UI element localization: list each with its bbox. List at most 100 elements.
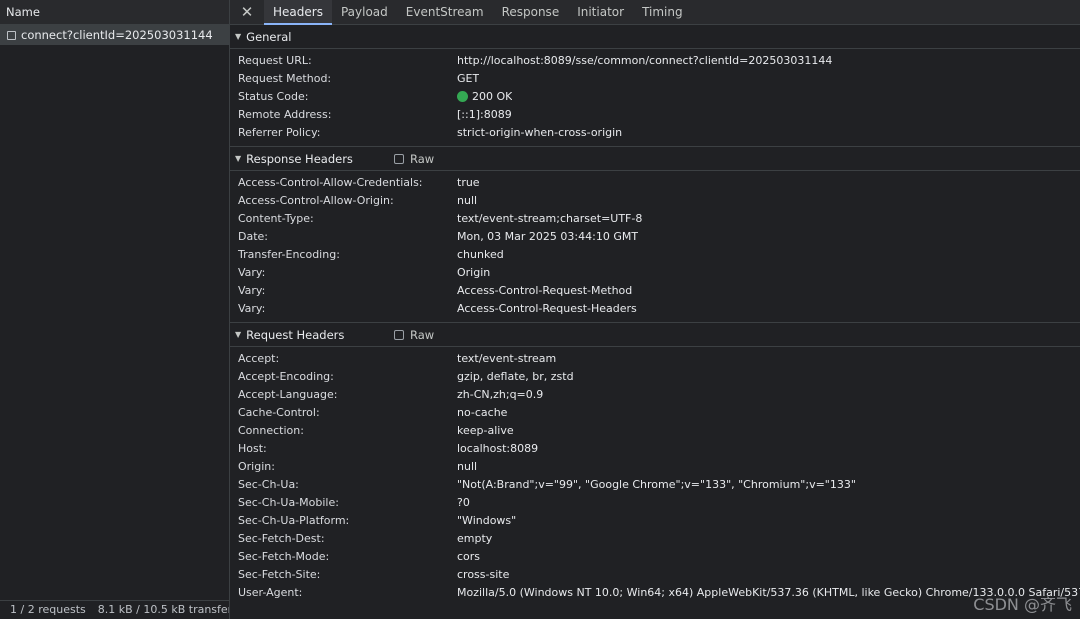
header-value: keep-alive bbox=[457, 423, 514, 437]
header-row: Access-Control-Allow-Origin: null bbox=[230, 191, 1080, 209]
header-row: Host: localhost:8089 bbox=[230, 439, 1080, 457]
header-key: Vary: bbox=[238, 301, 266, 315]
details-tab-bar: ✕ Headers Payload EventStream Response I… bbox=[230, 0, 1080, 25]
header-row: Accept-Language: zh-CN,zh;q=0.9 bbox=[230, 385, 1080, 403]
request-details-pane: ✕ Headers Payload EventStream Response I… bbox=[230, 0, 1080, 619]
header-value: localhost:8089 bbox=[457, 441, 539, 455]
header-value: zh-CN,zh;q=0.9 bbox=[457, 387, 544, 401]
header-value: Origin bbox=[457, 265, 491, 279]
header-key: Transfer-Encoding: bbox=[238, 247, 340, 261]
raw-checkbox[interactable] bbox=[394, 330, 404, 340]
close-icon[interactable]: ✕ bbox=[230, 0, 264, 24]
header-key: User-Agent: bbox=[238, 585, 303, 599]
section-title: General bbox=[246, 29, 292, 44]
header-value: http://localhost:8089/sse/common/connect… bbox=[457, 53, 833, 67]
raw-checkbox[interactable] bbox=[394, 154, 404, 164]
header-row: Sec-Fetch-Dest: empty bbox=[230, 529, 1080, 547]
request-row[interactable]: connect?clientId=202503031144 bbox=[0, 25, 229, 45]
header-value: "Windows" bbox=[457, 513, 517, 527]
header-key: Sec-Fetch-Dest: bbox=[238, 531, 325, 545]
header-row: Accept: text/event-stream bbox=[230, 349, 1080, 367]
network-summary-bar: 1 / 2 requests 8.1 kB / 10.5 kB transfer… bbox=[0, 600, 229, 619]
header-row: Cache-Control: no-cache bbox=[230, 403, 1080, 421]
request-headers-section: Accept: text/event-stream Accept-Encoding… bbox=[230, 347, 1080, 606]
header-row: Remote Address: [::1]:8089 bbox=[230, 105, 1080, 123]
watermark: CSDN @齐飞 bbox=[973, 595, 1072, 614]
header-row: Vary: Access-Control-Request-Method bbox=[230, 281, 1080, 299]
header-value: ?0 bbox=[457, 495, 470, 509]
header-key: Remote Address: bbox=[238, 107, 332, 121]
tab-response[interactable]: Response bbox=[493, 0, 569, 24]
header-value: chunked bbox=[457, 247, 504, 261]
triangle-down-icon: ▼ bbox=[235, 154, 242, 163]
header-row: Transfer-Encoding: chunked bbox=[230, 245, 1080, 263]
request-name: connect?clientId=202503031144 bbox=[21, 28, 213, 42]
tab-initiator[interactable]: Initiator bbox=[568, 0, 633, 24]
response-headers-section-header[interactable]: ▼ Response Headers Raw bbox=[230, 147, 1080, 171]
status-code-text: 200 OK bbox=[472, 89, 513, 103]
request-headers-section-header[interactable]: ▼ Request Headers Raw bbox=[230, 323, 1080, 347]
header-value: true bbox=[457, 175, 480, 189]
transferred-size: 8.1 kB / 10.5 kB transferred bbox=[97, 603, 229, 616]
header-key: Status Code: bbox=[238, 89, 309, 103]
triangle-down-icon: ▼ bbox=[235, 330, 242, 339]
tab-eventstream[interactable]: EventStream bbox=[397, 0, 493, 24]
header-key: Origin: bbox=[238, 459, 275, 473]
request-list-pane: Name connect?clientId=202503031144 1 / 2… bbox=[0, 0, 230, 619]
header-value: "Not(A:Brand";v="99", "Google Chrome";v=… bbox=[457, 477, 856, 491]
header-value: Access-Control-Request-Method bbox=[457, 283, 633, 297]
header-row: User-Agent: Mozilla/5.0 (Windows NT 10.0;… bbox=[230, 583, 1080, 601]
general-section: Request URL: http://localhost:8089/sse/c… bbox=[230, 49, 1080, 147]
header-key: Vary: bbox=[238, 283, 266, 297]
general-section-header[interactable]: ▼ General bbox=[230, 25, 1080, 49]
header-key: Accept-Encoding: bbox=[238, 369, 334, 383]
header-row: Vary: Access-Control-Request-Headers bbox=[230, 299, 1080, 317]
header-row: Access-Control-Allow-Credentials: true bbox=[230, 173, 1080, 191]
header-row: Connection: keep-alive bbox=[230, 421, 1080, 439]
raw-label: Raw bbox=[410, 328, 435, 342]
header-value: strict-origin-when-cross-origin bbox=[457, 125, 623, 139]
header-key: Vary: bbox=[238, 265, 266, 279]
header-key: Host: bbox=[238, 441, 267, 455]
triangle-down-icon: ▼ bbox=[235, 32, 242, 41]
header-key: Date: bbox=[238, 229, 268, 243]
header-row: Date: Mon, 03 Mar 2025 03:44:10 GMT bbox=[230, 227, 1080, 245]
header-value: GET bbox=[457, 71, 480, 85]
header-key: Access-Control-Allow-Credentials: bbox=[238, 175, 423, 189]
status-value: 200 OK bbox=[457, 90, 512, 103]
header-value: no-cache bbox=[457, 405, 508, 419]
tab-timing[interactable]: Timing bbox=[633, 0, 692, 24]
header-key: Cache-Control: bbox=[238, 405, 320, 419]
header-value: text/event-stream bbox=[457, 351, 557, 365]
header-row: Accept-Encoding: gzip, deflate, br, zstd bbox=[230, 367, 1080, 385]
header-row: Vary: Origin bbox=[230, 263, 1080, 281]
header-key: Sec-Fetch-Mode: bbox=[238, 549, 330, 563]
header-key: Accept: bbox=[238, 351, 280, 365]
header-key: Sec-Ch-Ua-Platform: bbox=[238, 513, 350, 527]
raw-toggle[interactable]: Raw bbox=[394, 323, 434, 347]
header-value: empty bbox=[457, 531, 493, 545]
header-key: Sec-Ch-Ua: bbox=[238, 477, 299, 491]
header-value: [::1]:8089 bbox=[457, 107, 512, 121]
header-row: Sec-Ch-Ua-Platform: "Windows" bbox=[230, 511, 1080, 529]
header-row: Referrer Policy: strict-origin-when-cros… bbox=[230, 123, 1080, 141]
raw-toggle[interactable]: Raw bbox=[394, 147, 434, 171]
tab-headers[interactable]: Headers bbox=[264, 0, 332, 25]
name-column-header[interactable]: Name bbox=[0, 0, 229, 25]
request-count: 1 / 2 requests bbox=[10, 603, 86, 616]
section-title: Response Headers bbox=[246, 151, 353, 166]
tab-payload[interactable]: Payload bbox=[332, 0, 397, 24]
header-row: Sec-Fetch-Mode: cors bbox=[230, 547, 1080, 565]
section-title: Request Headers bbox=[246, 327, 345, 342]
header-key: Request Method: bbox=[238, 71, 332, 85]
status-ok-icon bbox=[457, 90, 468, 102]
header-value: cors bbox=[457, 549, 481, 563]
document-icon bbox=[7, 30, 16, 40]
header-key: Request URL: bbox=[238, 53, 312, 67]
header-row: Origin: null bbox=[230, 457, 1080, 475]
header-key: Content-Type: bbox=[238, 211, 314, 225]
header-value: Access-Control-Request-Headers bbox=[457, 301, 637, 315]
header-key: Sec-Fetch-Site: bbox=[238, 567, 321, 581]
header-value: cross-site bbox=[457, 567, 510, 581]
header-value: text/event-stream;charset=UTF-8 bbox=[457, 211, 643, 225]
